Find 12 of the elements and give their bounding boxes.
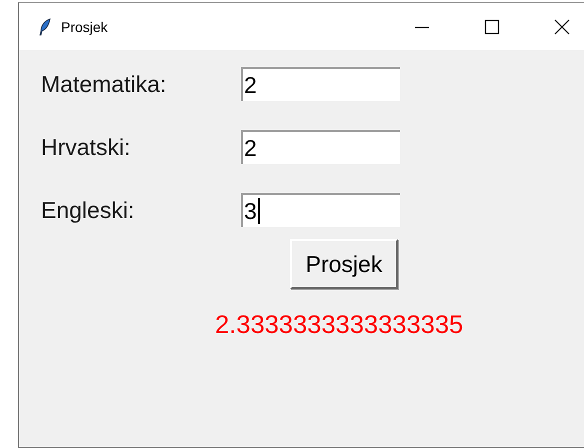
field-label: Engleski: xyxy=(41,196,136,224)
input-field[interactable]: 3 xyxy=(241,193,400,227)
input-field[interactable]: 2 xyxy=(241,130,400,164)
result-text: 2.3333333333333335 xyxy=(215,311,464,339)
window-title: Prosjek xyxy=(61,18,108,34)
field-label: Matematika: xyxy=(41,70,168,98)
field-label: Hrvatski: xyxy=(41,134,132,160)
prosjek-button[interactable]: Prosjek xyxy=(290,239,398,289)
input-field[interactable]: 2 xyxy=(241,67,400,101)
feather-icon xyxy=(39,18,51,36)
close-icon[interactable] xyxy=(554,18,570,34)
maximize-icon[interactable] xyxy=(484,18,500,34)
